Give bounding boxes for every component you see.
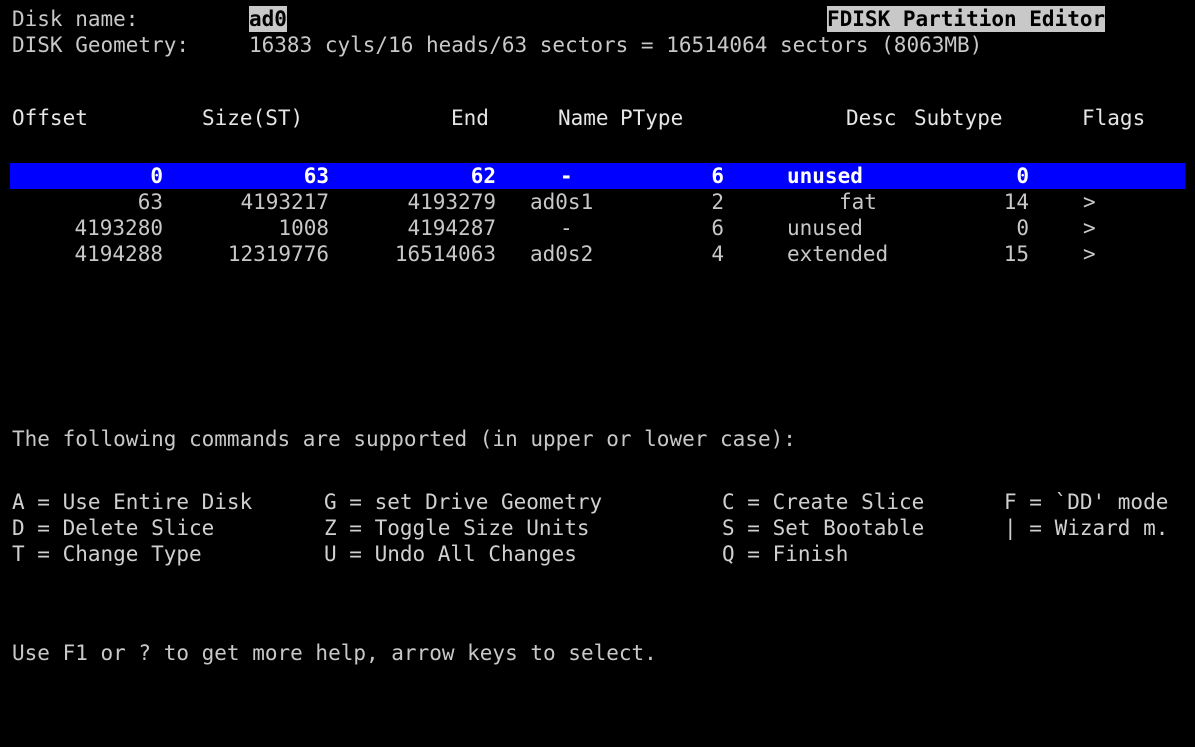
cell-end: 62 [470,164,496,188]
cell-subtype: 14 [1003,190,1029,214]
cell-name: - [560,216,573,240]
command-change-type[interactable]: T = Change Type [12,541,202,567]
cell-offset: 63 [137,190,163,214]
column-header-end: End [451,106,489,130]
column-header-name: Name [558,106,609,130]
cell-subtype: 0 [1016,164,1029,188]
table-row[interactable]: 4193280 1008 4194287 - 6 unused 0 > [10,215,1185,241]
command-set-drive-geometry[interactable]: G = set Drive Geometry [324,489,602,515]
column-header-subtype: Subtype [914,106,1003,130]
cell-flags: > [1083,190,1096,214]
command-wizard-mode[interactable]: | = Wizard m. [1004,515,1168,541]
command-undo-all-changes[interactable]: U = Undo All Changes [324,541,577,567]
cell-ptype: 4 [711,242,724,266]
column-header-offset: Offset [12,106,88,130]
cell-desc: fat [839,190,877,214]
table-row[interactable]: 0 63 62 - 6 unused 0 [10,163,1185,189]
cell-offset: 4194288 [74,242,163,266]
command-toggle-size-units[interactable]: Z = Toggle Size Units [324,515,590,541]
command-create-slice[interactable]: C = Create Slice [722,489,924,515]
cell-subtype: 0 [1016,216,1029,240]
column-header-flags: Flags [1082,106,1146,130]
cell-desc: unused [787,216,863,240]
table-header: Offset Size(ST) End Name PType Desc Subt… [10,105,1185,131]
commands-intro: The following commands are supported (in… [12,427,796,451]
cell-end: 4193279 [407,190,496,214]
table-row[interactable]: 4194288 12319776 16514063 ad0s2 4 extend… [10,241,1185,267]
cell-size: 4193217 [240,190,329,214]
command-set-bootable[interactable]: S = Set Bootable [722,515,924,541]
disk-name-label: Disk name: [12,7,139,31]
disk-geometry-value: 16383 cyls/16 heads/63 sectors = 1651406… [249,33,983,57]
cell-desc: unused [787,164,863,188]
cell-offset: 4193280 [74,216,163,240]
cell-ptype: 6 [711,164,724,188]
cell-end: 4194287 [407,216,496,240]
command-finish[interactable]: Q = Finish [722,541,848,567]
column-header-ptype: PType [620,106,684,130]
disk-geometry-label: DISK Geometry: [12,33,190,57]
cell-name: - [560,164,573,188]
column-header-desc: Desc [846,106,897,130]
column-header-size: Size(ST) [202,106,304,130]
cell-name: ad0s1 [530,190,594,214]
cell-flags: > [1083,216,1096,240]
disk-name-value: ad0 [249,6,287,32]
command-dd-mode[interactable]: F = `DD' mode [1004,489,1168,515]
cell-size: 12319776 [227,242,329,266]
cell-offset: 0 [150,164,163,188]
page-title: FDISK Partition Editor [827,6,1106,32]
table-row[interactable]: 63 4193217 4193279 ad0s1 2 fat 14 > [10,189,1185,215]
cell-size: 63 [303,164,329,188]
cell-ptype: 6 [711,216,724,240]
cell-size: 1008 [278,216,329,240]
cell-name: ad0s2 [530,242,594,266]
command-delete-slice[interactable]: D = Delete Slice [12,515,214,541]
cell-desc: extended [787,242,889,266]
cell-ptype: 2 [711,190,724,214]
cell-end: 16514063 [394,242,496,266]
command-use-entire-disk[interactable]: A = Use Entire Disk [12,489,252,515]
cell-subtype: 15 [1003,242,1029,266]
help-line: Use F1 or ? to get more help, arrow keys… [12,641,657,665]
cell-flags: > [1083,242,1096,266]
